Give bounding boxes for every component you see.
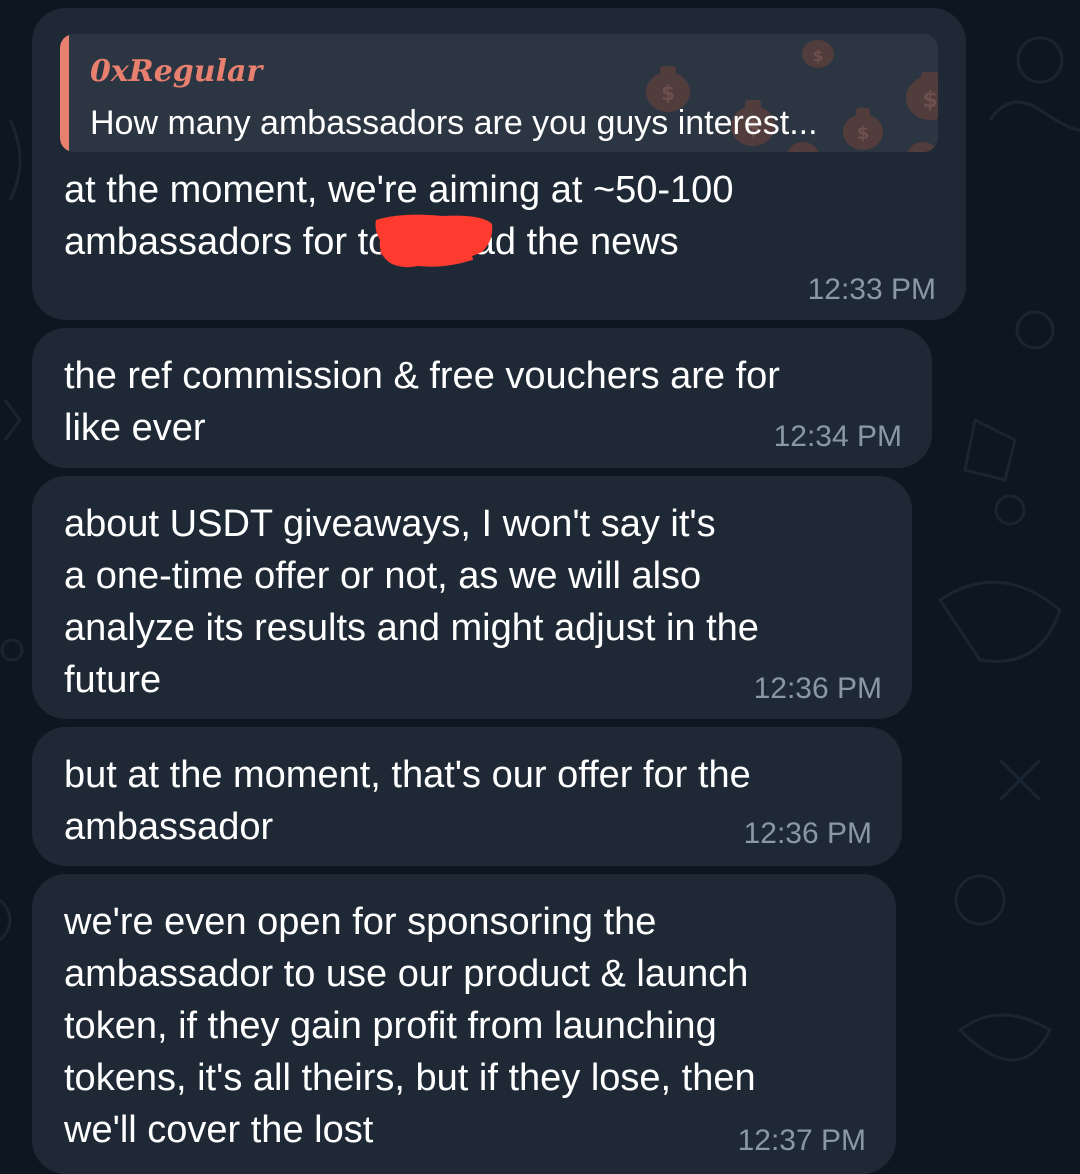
message-bubble[interactable]: the ref commission & free vouchers are f… [32,328,932,468]
message-text: but at the moment, that's our offer for … [64,754,751,848]
message-bubble[interactable]: we're even open for sponsoring the ambas… [32,874,896,1174]
message-timestamp: 12:36 PM [753,672,882,705]
svg-text:$: $ [857,123,870,144]
message-text: we're even open for sponsoring the ambas… [64,901,756,1151]
message-bubble[interactable]: $ $ $ $ $ 0xRegular How many ambassadors… [32,8,966,320]
svg-text:$: $ [922,88,937,113]
svg-text:$: $ [813,47,823,65]
message-timestamp: 12:37 PM [737,1124,866,1157]
reply-quote[interactable]: $ $ $ $ $ 0xRegular How many ambassadors… [60,34,938,152]
reply-author: 0xRegular [90,54,263,89]
message-text: about USDT giveaways, I won't say it's a… [64,503,759,701]
message-bubble[interactable]: but at the moment, that's our offer for … [32,727,902,866]
message-text: the ref commission & free vouchers are f… [64,355,780,449]
reply-accent-bar [60,34,69,152]
svg-text:$: $ [661,81,675,105]
redaction-mark [375,214,493,268]
message-bubble[interactable]: about USDT giveaways, I won't say it's a… [32,476,912,719]
message-timestamp: 12:36 PM [743,817,872,850]
message-timestamp: 12:34 PM [773,420,902,453]
reply-text: How many ambassadors are you guys intere… [90,104,818,142]
message-timestamp: 12:33 PM [807,273,936,306]
